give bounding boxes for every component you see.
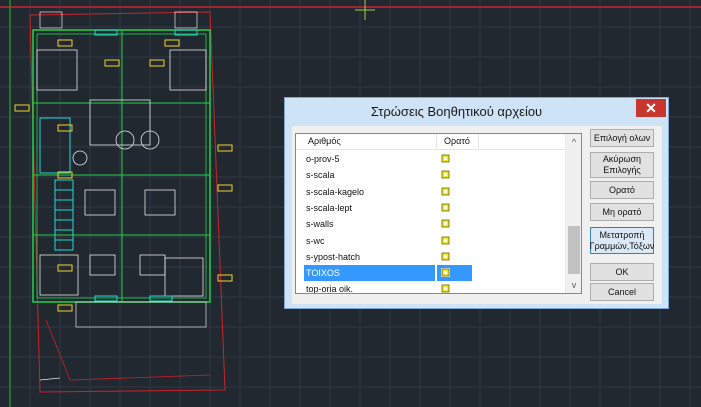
close-icon[interactable]: ✕ (636, 99, 666, 117)
scroll-thumb[interactable] (568, 226, 580, 274)
layers-dialog: Στρώσεις Βοηθητικού αρχείου ✕ Αριθμός Ορ… (284, 97, 669, 309)
layer-name: top-oria oik. (306, 284, 354, 294)
lightbulb-on-icon[interactable] (441, 252, 450, 261)
lightbulb-on-icon[interactable] (441, 154, 450, 163)
layer-row[interactable]: s-scala (296, 167, 565, 183)
cancel-button[interactable]: Cancel (590, 283, 654, 301)
floor-plan (29, 11, 226, 393)
lightbulb-on-icon[interactable] (441, 284, 450, 293)
layer-row[interactable]: TOIXOS (296, 265, 565, 282)
column-divider (478, 134, 479, 149)
dialog-body: Αριθμός Ορατό o-prov-5 s-scala s-scala-kag… (292, 126, 662, 304)
convert-label-1: Μετατροπή (599, 229, 645, 240)
scroll-up-icon[interactable]: ^ (566, 134, 581, 150)
lightbulb-on-icon[interactable] (441, 170, 450, 179)
dialog-titlebar[interactable]: Στρώσεις Βοηθητικού αρχείου ✕ (285, 98, 668, 126)
convert-lines-arcs-button[interactable]: Μετατροπή Γραμμών,Τόξων (590, 227, 654, 254)
layer-name: s-scala (306, 170, 335, 181)
lightbulb-on-icon[interactable] (441, 219, 450, 228)
convert-label-2: Γραμμών,Τόξων (589, 240, 655, 251)
layer-name: s-walls (306, 219, 334, 230)
lightbulb-on-icon[interactable] (441, 236, 450, 245)
set-not-visible-button[interactable]: Μη ορατό (590, 203, 654, 221)
cancel-selection-label-2: Επιλογής (603, 165, 641, 175)
layer-list[interactable]: Αριθμός Ορατό o-prov-5 s-scala s-scala-kag… (295, 133, 582, 294)
select-all-button[interactable]: Επιλογή ολων (590, 129, 654, 147)
layer-name: s-ypost-hatch (306, 251, 361, 262)
dialog-title: Στρώσεις Βοηθητικού αρχείου (370, 104, 543, 119)
ok-button[interactable]: OK (590, 263, 654, 281)
layer-row[interactable]: s-scala-lept (296, 200, 565, 216)
lightbulb-on-icon[interactable] (441, 187, 450, 196)
layer-name: o-prov-5 (306, 154, 340, 164)
layer-name: s-wc (306, 235, 325, 246)
scroll-down-icon[interactable]: v (566, 277, 581, 293)
column-visible-header[interactable]: Ορατό (444, 136, 470, 146)
column-divider (436, 134, 437, 149)
layer-row[interactable]: s-wc (296, 233, 565, 249)
layer-row[interactable]: o-prov-5 (296, 151, 565, 167)
layer-row[interactable]: s-ypost-hatch (296, 249, 565, 265)
cancel-selection-button[interactable]: Ακύρωση Επιλογής (590, 152, 654, 178)
lightbulb-on-icon[interactable] (441, 268, 450, 278)
set-visible-button[interactable]: Ορατό (590, 181, 654, 199)
layer-name: s-scala-kagelo (306, 186, 365, 197)
column-name-header[interactable]: Αριθμός (308, 136, 341, 146)
layer-row[interactable]: s-walls (296, 216, 565, 232)
layer-row[interactable]: s-scala-kagelo (296, 184, 565, 200)
layer-name: s-scala-lept (306, 202, 353, 213)
list-header: Αριθμός Ορατό (296, 134, 565, 150)
lightbulb-on-icon[interactable] (441, 203, 450, 212)
cancel-selection-label-1: Ακύρωση (602, 154, 642, 164)
layer-name: TOIXOS (306, 268, 340, 279)
list-scrollbar[interactable]: ^ v (565, 134, 581, 293)
layer-row[interactable]: top-oria oik. (296, 281, 565, 294)
